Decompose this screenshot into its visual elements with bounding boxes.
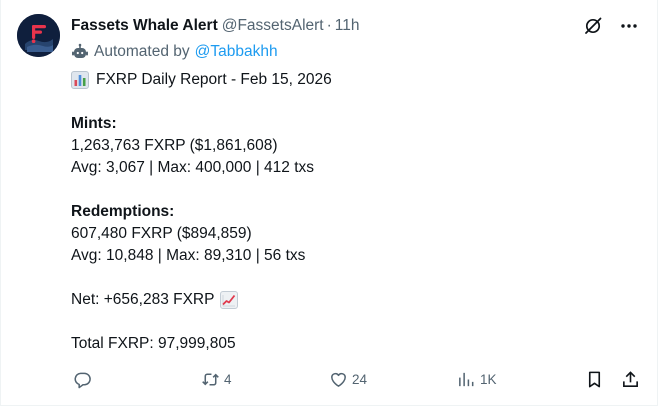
redemptions-total: 607,480 FXRP ($894,859) (71, 225, 252, 242)
grok-icon[interactable] (581, 14, 605, 38)
post-body: FXRP Daily Report - Feb 15, 2026 Mints: … (71, 69, 641, 355)
repost-count: 4 (224, 371, 232, 387)
post-action-bar: 4 24 1K (69, 366, 645, 392)
view-count: 1K (480, 371, 497, 387)
views-icon (459, 372, 474, 386)
automated-prefix: Automated by (94, 43, 190, 60)
reply-icon (74, 372, 91, 388)
bookmark-icon (588, 371, 601, 387)
repost-button[interactable]: 4 (201, 366, 232, 392)
automated-by-link[interactable]: @Tabbakhh (195, 43, 278, 61)
avatar[interactable] (17, 14, 60, 57)
reply-button[interactable] (73, 366, 96, 392)
bar-chart-emoji-icon (71, 71, 89, 89)
more-horizontal-icon[interactable] (617, 14, 641, 38)
redemptions-stats: Avg: 10,848 | Max: 89,310 | 56 txs (71, 247, 306, 264)
heart-icon (331, 372, 346, 387)
report-title: FXRP Daily Report - Feb 15, 2026 (96, 71, 332, 88)
total-fxrp: Total FXRP: 97,999,805 (71, 335, 236, 352)
like-count: 24 (352, 371, 368, 387)
net-line: Net: +656,283 FXRP (71, 289, 641, 311)
mints-stats: Avg: 3,067 | Max: 400,000 | 412 txs (71, 159, 315, 176)
author-handle[interactable]: @FassetsAlert (222, 17, 324, 35)
bot-icon (72, 43, 88, 58)
views-button[interactable]: 1K (457, 366, 497, 392)
automated-label: Automated by @Tabbakhh (71, 42, 278, 62)
post-card[interactable]: Fassets Whale Alert @FassetsAlert · 11h (0, 0, 658, 406)
post-top-actions (581, 14, 641, 38)
separator-dot: · (326, 17, 332, 34)
share-icon (623, 370, 638, 387)
post-timestamp[interactable]: 11h (335, 17, 360, 35)
like-button[interactable]: 24 (329, 366, 367, 392)
fassets-logo-icon (17, 14, 60, 57)
mints-total: 1,263,763 FXRP ($1,861,608) (71, 137, 278, 154)
repost-icon (202, 373, 219, 385)
author-name[interactable]: Fassets Whale Alert (71, 17, 218, 35)
net-value: Net: +656,283 FXRP (71, 291, 215, 308)
redemptions-heading: Redemptions: (71, 203, 175, 220)
report-title-line: FXRP Daily Report - Feb 15, 2026 (71, 69, 641, 91)
mints-heading: Mints: (71, 115, 117, 132)
bookmark-button[interactable] (585, 366, 604, 392)
post-header: Fassets Whale Alert @FassetsAlert · 11h (71, 16, 360, 36)
share-button[interactable] (621, 366, 640, 392)
chart-increasing-emoji-icon (220, 291, 239, 309)
